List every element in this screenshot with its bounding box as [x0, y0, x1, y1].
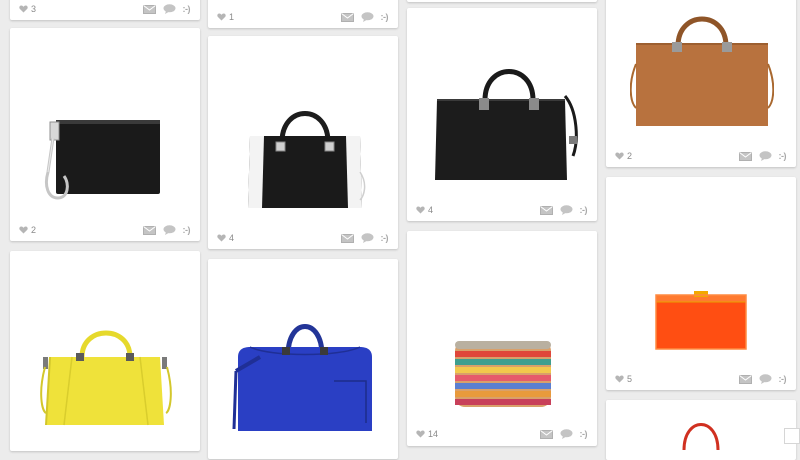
smiley-button[interactable]: :-): [779, 151, 787, 161]
comment-button[interactable]: [560, 205, 573, 215]
envelope-icon: [539, 205, 553, 215]
email-share-button[interactable]: [340, 12, 354, 22]
heart-icon: [615, 152, 624, 160]
comment-button[interactable]: [560, 429, 573, 439]
heart-icon: [19, 5, 28, 13]
like-count[interactable]: 2: [615, 151, 632, 161]
card-footer: 4 :-): [407, 199, 597, 221]
product-card-top-3[interactable]: [407, 0, 597, 2]
product-card-black-white-bag[interactable]: 4 :-): [208, 36, 398, 249]
email-share-button[interactable]: [539, 429, 553, 439]
like-count-value: 4: [428, 205, 434, 215]
speech-bubble-icon: [759, 151, 771, 161]
product-image-red-handle-bag[interactable]: [676, 410, 726, 450]
speech-bubble-icon: [361, 12, 373, 22]
like-count[interactable]: 4: [416, 205, 433, 215]
envelope-icon: [142, 4, 156, 14]
card-footer: 3 :-): [10, 0, 200, 20]
like-count[interactable]: 2: [19, 225, 36, 235]
card-footer: 2 :-): [606, 145, 796, 167]
like-count-value: 2: [627, 151, 633, 161]
product-image-embroidered-box-clutch[interactable]: [451, 335, 555, 411]
product-image-black-city-bag[interactable]: [433, 60, 583, 185]
heart-icon: [416, 206, 425, 214]
envelope-icon: [142, 225, 156, 235]
like-count-value: 14: [428, 429, 439, 439]
comment-button[interactable]: [759, 374, 772, 384]
speech-bubble-icon: [163, 225, 175, 235]
card-footer: 14 :-): [407, 423, 597, 445]
email-share-button[interactable]: [142, 4, 156, 14]
product-card-top-2[interactable]: 1 :-): [208, 0, 398, 28]
card-footer: 1 :-): [208, 6, 398, 28]
comment-button[interactable]: [361, 233, 374, 243]
speech-bubble-icon: [163, 4, 175, 14]
comment-button[interactable]: [759, 151, 772, 161]
product-image-tan-structured-tote[interactable]: [630, 4, 774, 132]
email-share-button[interactable]: [738, 151, 752, 161]
product-image-black-white-bowling-bag[interactable]: [244, 104, 366, 214]
speech-bubble-icon: [361, 233, 373, 243]
product-image-orange-perspex-clutch[interactable]: [652, 287, 750, 351]
envelope-icon: [340, 12, 354, 22]
like-count[interactable]: 5: [615, 374, 632, 384]
product-card-black-clutch[interactable]: 2 :-): [10, 28, 200, 241]
speech-bubble-icon: [560, 205, 572, 215]
envelope-icon: [738, 374, 752, 384]
comment-button[interactable]: [163, 225, 176, 235]
heart-icon: [615, 375, 624, 383]
product-card-orange-clutch[interactable]: 5 :-): [606, 177, 796, 390]
smiley-button[interactable]: :-): [580, 205, 588, 215]
smiley-button[interactable]: :-): [779, 374, 787, 384]
product-card-blue-duffle[interactable]: [208, 259, 398, 459]
product-image-blue-duffle-bag[interactable]: [230, 311, 380, 441]
smiley-button[interactable]: :-): [183, 225, 191, 235]
comment-button[interactable]: [163, 4, 176, 14]
heart-icon: [416, 430, 425, 438]
envelope-icon: [738, 151, 752, 161]
speech-bubble-icon: [560, 429, 572, 439]
smiley-button[interactable]: :-): [381, 233, 389, 243]
card-footer: 2 :-): [10, 219, 200, 241]
product-card-black-city-bag[interactable]: 4 :-): [407, 8, 597, 221]
like-count[interactable]: 3: [19, 4, 36, 14]
smiley-button[interactable]: :-): [381, 12, 389, 22]
like-count-value: 3: [31, 4, 37, 14]
comment-button[interactable]: [361, 12, 374, 22]
product-card-top-1[interactable]: 3 :-): [10, 0, 200, 20]
like-count-value: 5: [627, 374, 633, 384]
smiley-button[interactable]: :-): [183, 4, 191, 14]
card-footer: 4 :-): [208, 227, 398, 249]
like-count[interactable]: 14: [416, 429, 438, 439]
speech-bubble-icon: [759, 374, 771, 384]
email-share-button[interactable]: [539, 205, 553, 215]
email-share-button[interactable]: [142, 225, 156, 235]
product-image-yellow-tote[interactable]: [40, 313, 172, 433]
heart-icon: [217, 234, 226, 242]
scroll-to-top-button[interactable]: [784, 428, 800, 444]
product-card-yellow-tote[interactable]: [10, 251, 200, 451]
heart-icon: [19, 226, 28, 234]
email-share-button[interactable]: [738, 374, 752, 384]
like-count[interactable]: 4: [217, 233, 234, 243]
email-share-button[interactable]: [340, 233, 354, 243]
product-image-black-zip-clutch[interactable]: [40, 114, 170, 204]
heart-icon: [217, 13, 226, 21]
like-count[interactable]: 1: [217, 12, 234, 22]
envelope-icon: [340, 233, 354, 243]
envelope-icon: [539, 429, 553, 439]
like-count-value: 4: [229, 233, 235, 243]
card-footer: 5 :-): [606, 368, 796, 390]
like-count-value: 1: [229, 12, 235, 22]
product-card-tan-tote[interactable]: 2 :-): [606, 0, 796, 167]
product-card-red-bag[interactable]: [606, 400, 796, 460]
like-count-value: 2: [31, 225, 37, 235]
smiley-button[interactable]: :-): [580, 429, 588, 439]
product-card-embroidered-clutch[interactable]: 14 :-): [407, 231, 597, 446]
